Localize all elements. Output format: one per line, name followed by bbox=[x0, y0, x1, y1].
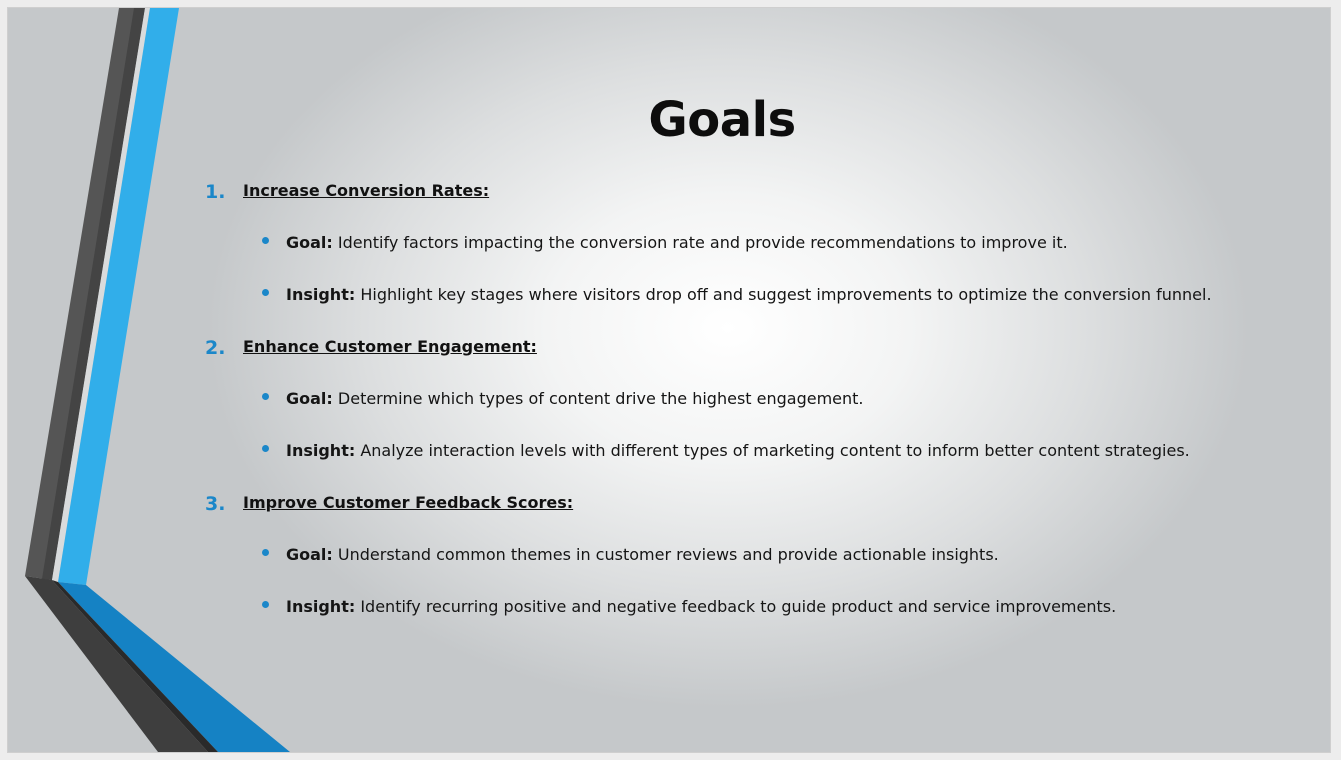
section-1-heading-row: 1. Increase Conversion Rates: bbox=[205, 176, 1305, 228]
section-1-number: 1. bbox=[205, 181, 226, 203]
bullet-dot bbox=[262, 393, 269, 400]
bullet-key: Goal: bbox=[286, 233, 333, 252]
bullet-key: Insight: bbox=[286, 285, 356, 304]
bullet-text: Goal: Determine which types of content d… bbox=[286, 389, 864, 408]
section-3-bullet-1: Goal: Understand common themes in custom… bbox=[205, 540, 1305, 592]
bullet-key: Insight: bbox=[286, 441, 356, 460]
bullet-dot bbox=[262, 445, 269, 452]
bullet-dot bbox=[262, 237, 269, 244]
bullet-body: Identify factors impacting the conversio… bbox=[332, 233, 1068, 252]
section-3-heading-row: 3. Improve Customer Feedback Scores: bbox=[205, 488, 1305, 540]
bullet-body: Determine which types of content drive t… bbox=[332, 389, 864, 408]
bullet-body: Analyze interaction levels with differen… bbox=[355, 441, 1190, 460]
section-1-bullet-1: Goal: Identify factors impacting the con… bbox=[205, 228, 1305, 280]
section-2-number: 2. bbox=[205, 337, 226, 359]
bullet-dot bbox=[262, 601, 269, 608]
section-2-heading-row: 2. Enhance Customer Engagement: bbox=[205, 332, 1305, 384]
bullet-key: Goal: bbox=[286, 545, 333, 564]
section-1-title: Increase Conversion Rates: bbox=[243, 181, 490, 200]
bullet-text: Goal: Identify factors impacting the con… bbox=[286, 233, 1068, 252]
bullet-text: Insight: Identify recurring positive and… bbox=[286, 597, 1116, 616]
section-2-bullet-1: Goal: Determine which types of content d… bbox=[205, 384, 1305, 436]
section-2-title: Enhance Customer Engagement: bbox=[243, 337, 537, 356]
section-3-bullet-2: Insight: Identify recurring positive and… bbox=[205, 592, 1305, 644]
goals-list: 1. Increase Conversion Rates: Goal: Iden… bbox=[205, 176, 1305, 644]
stripe-lower-shadow bbox=[52, 580, 218, 752]
bullet-dot bbox=[262, 549, 269, 556]
bullet-text: Insight: Analyze interaction levels with… bbox=[286, 441, 1190, 460]
bullet-text: Insight: Highlight key stages where visi… bbox=[286, 285, 1212, 304]
bullet-key: Insight: bbox=[286, 597, 356, 616]
section-2-bullet-2: Insight: Analyze interaction levels with… bbox=[205, 436, 1305, 488]
bullet-text: Goal: Understand common themes in custom… bbox=[286, 545, 999, 564]
bullet-key: Goal: bbox=[286, 389, 333, 408]
bullet-body: Understand common themes in customer rev… bbox=[332, 545, 999, 564]
bullet-dot bbox=[262, 289, 269, 296]
section-1-bullet-2: Insight: Highlight key stages where visi… bbox=[205, 280, 1305, 332]
bullet-body: Identify recurring positive and negative… bbox=[355, 597, 1117, 616]
section-3-title: Improve Customer Feedback Scores: bbox=[243, 493, 574, 512]
section-3-number: 3. bbox=[205, 493, 226, 515]
slide-title: Goals bbox=[648, 92, 796, 148]
bullet-body: Highlight key stages where visitors drop… bbox=[355, 285, 1212, 304]
